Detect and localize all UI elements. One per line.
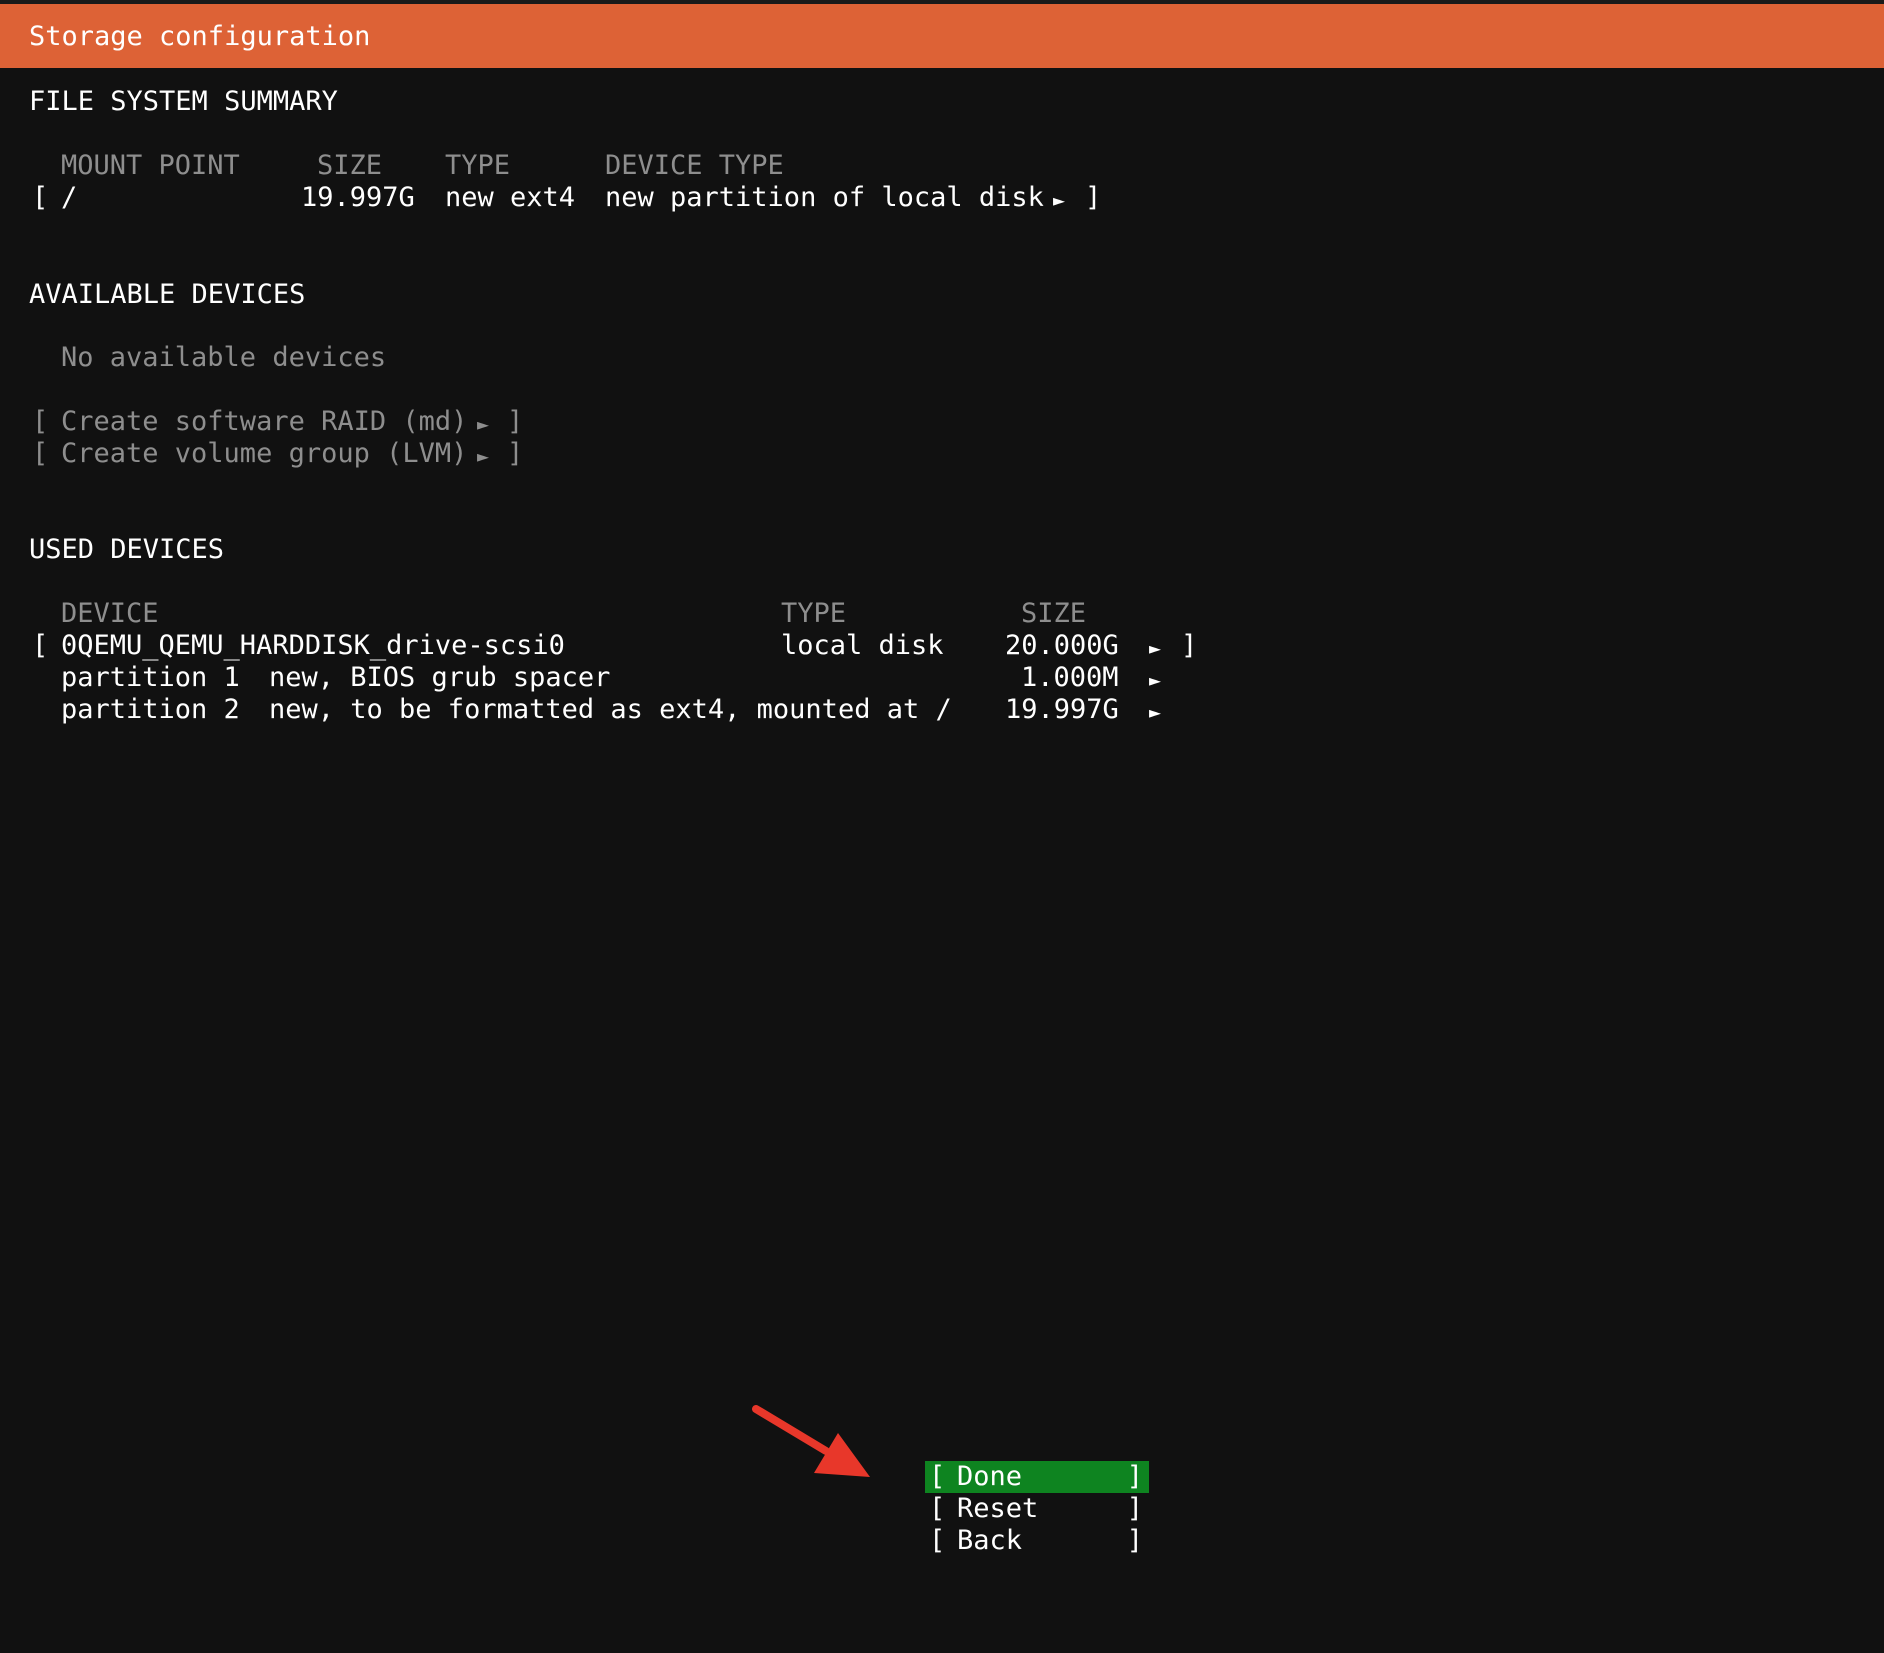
used-devices-heading: USED DEVICES: [29, 534, 225, 565]
col-device-type: DEVICE TYPE: [605, 150, 784, 181]
col-device: DEVICE: [61, 598, 159, 629]
partition-row[interactable]: partition 2 new, to be formatted as ext4…: [0, 694, 1884, 726]
size-value: 19.997G: [301, 182, 415, 213]
close-bracket: ]: [1126, 1461, 1143, 1492]
disk-close-bracket: ]: [1181, 630, 1198, 661]
mount-point-value: /: [61, 182, 78, 213]
open-bracket: [: [929, 1461, 946, 1492]
disk-type: local disk: [781, 630, 944, 661]
annotation-arrow-icon: [752, 1405, 870, 1477]
col-type: TYPE: [781, 598, 847, 629]
partition-name: partition 1: [61, 662, 240, 693]
reset-button[interactable]: [ Reset ]: [925, 1493, 1149, 1525]
col-type: TYPE: [445, 150, 511, 181]
open-bracket: [: [32, 438, 49, 469]
chevron-right-icon: ►: [477, 412, 490, 436]
fs-summary-heading: FILE SYSTEM SUMMARY: [29, 86, 338, 117]
available-devices-heading: AVAILABLE DEVICES: [29, 279, 306, 310]
row-open-bracket: [: [32, 182, 49, 213]
device-type-value: new partition of local disk: [605, 182, 1044, 213]
used-devices-column-headers: DEVICE TYPE SIZE: [0, 598, 1884, 630]
row-close-bracket: ]: [1085, 182, 1102, 213]
open-bracket: [: [929, 1525, 946, 1556]
col-size: SIZE: [1021, 598, 1087, 629]
disk-name: 0QEMU_QEMU_HARDDISK_drive-scsi0: [61, 630, 565, 661]
fs-summary-row[interactable]: [ / 19.997G new ext4 new partition of lo…: [0, 182, 1884, 214]
close-bracket: ]: [507, 406, 524, 437]
create-raid-label: Create software RAID (md): [61, 406, 468, 437]
open-bracket: [: [32, 406, 49, 437]
partition-row[interactable]: partition 1 new, BIOS grub spacer 1.000M…: [0, 662, 1884, 694]
create-lvm-label: Create volume group (LVM): [61, 438, 468, 469]
back-label: Back: [957, 1525, 1023, 1556]
col-size: SIZE: [317, 150, 383, 181]
reset-label: Reset: [957, 1493, 1039, 1524]
type-value: new ext4: [445, 182, 576, 213]
used-disk-row[interactable]: [ 0QEMU_QEMU_HARDDISK_drive-scsi0 local …: [0, 630, 1884, 662]
col-mount-point: MOUNT POINT: [61, 150, 240, 181]
back-button[interactable]: [ Back ]: [925, 1525, 1149, 1557]
open-bracket: [: [929, 1493, 946, 1524]
row-expand-arrow-icon: ►: [1053, 188, 1066, 212]
create-raid-button[interactable]: [ Create software RAID (md) ► ]: [0, 406, 600, 438]
partition-description: new, BIOS grub spacer: [269, 662, 611, 693]
disk-size: 20.000G: [1005, 630, 1119, 661]
no-available-devices-text: No available devices: [61, 342, 387, 373]
disk-expand-arrow-icon: ►: [1149, 636, 1162, 660]
chevron-right-icon: ►: [477, 444, 490, 468]
partition-description: new, to be formatted as ext4, mounted at…: [269, 694, 952, 725]
close-bracket: ]: [1126, 1493, 1143, 1524]
close-bracket: ]: [507, 438, 524, 469]
close-bracket: ]: [1126, 1525, 1143, 1556]
partition-size: 1.000M: [1021, 662, 1119, 693]
done-button[interactable]: [ Done ]: [925, 1461, 1149, 1493]
done-label: Done: [957, 1461, 1023, 1492]
partition-size: 19.997G: [1005, 694, 1119, 725]
partition-name: partition 2: [61, 694, 240, 725]
header-bar: Storage configuration: [0, 4, 1884, 68]
fs-summary-column-headers: MOUNT POINT SIZE TYPE DEVICE TYPE: [0, 150, 1884, 182]
create-lvm-button[interactable]: [ Create volume group (LVM) ► ]: [0, 438, 600, 470]
partition-expand-arrow-icon: ►: [1149, 668, 1162, 692]
page-title: Storage configuration: [29, 21, 371, 52]
disk-open-bracket: [: [32, 630, 49, 661]
partition-expand-arrow-icon: ►: [1149, 700, 1162, 724]
